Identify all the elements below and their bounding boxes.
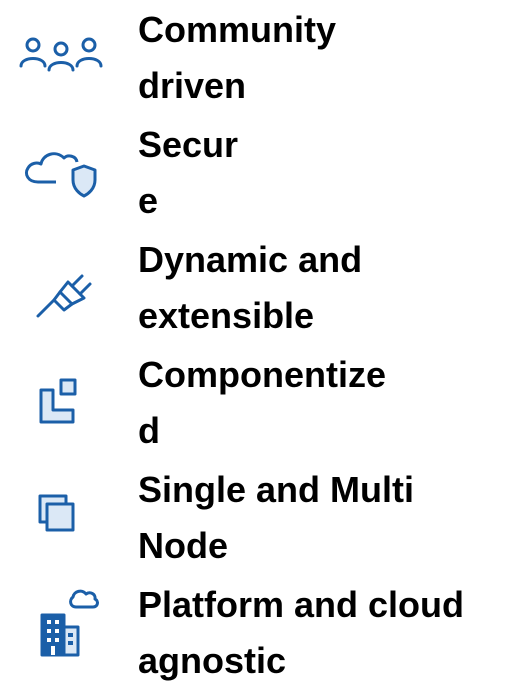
feature-dynamic-extensible: Dynamic and extensible bbox=[0, 230, 525, 344]
feature-single-multi-node: Single and Multi Node bbox=[0, 460, 525, 574]
cloud-shield-icon bbox=[10, 130, 122, 210]
feature-label: Platform and cloud agnostic bbox=[138, 584, 465, 681]
feature-secure: Secur e bbox=[0, 115, 525, 229]
feature-label: Componentize d bbox=[138, 354, 386, 451]
feature-label: Single and Multi Node bbox=[138, 469, 414, 566]
building-cloud-icon bbox=[10, 583, 122, 663]
feature-label: Secur e bbox=[138, 124, 239, 221]
feature-platform-cloud-agnostic: Platform and cloud agnostic bbox=[0, 575, 525, 689]
feature-list: Community driven Secur e Dynamic and ext… bbox=[0, 0, 525, 690]
feature-label: Community driven bbox=[138, 9, 336, 106]
people-group-icon bbox=[10, 8, 122, 88]
components-icon bbox=[10, 359, 122, 439]
plug-icon bbox=[10, 242, 122, 322]
stacked-squares-icon bbox=[10, 472, 122, 552]
feature-label: Dynamic and extensible bbox=[138, 239, 363, 336]
feature-community-driven: Community driven bbox=[0, 0, 525, 114]
feature-componentized: Componentize d bbox=[0, 345, 525, 459]
